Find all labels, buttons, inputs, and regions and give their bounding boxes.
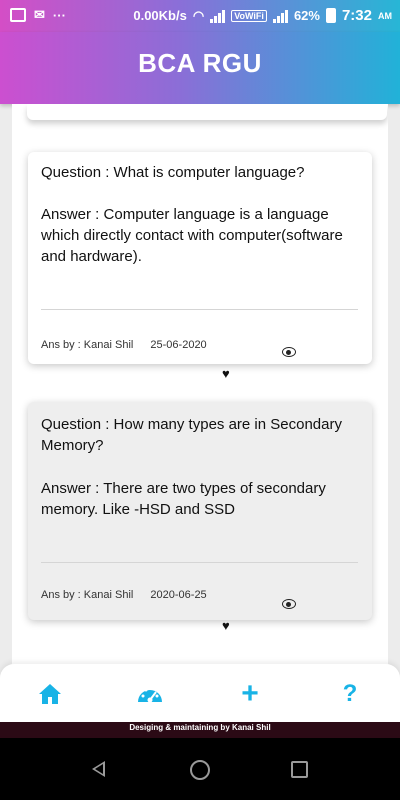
home-circle-icon[interactable] — [190, 760, 210, 780]
post-answer: Answer : Computer language is a language… — [41, 206, 343, 265]
mail-icon: ✉ — [34, 7, 45, 22]
heart-icon[interactable]: ♥ — [222, 618, 230, 633]
post-divider — [41, 309, 358, 310]
post-date: 2020-06-25 — [150, 589, 207, 601]
eye-icon[interactable] — [282, 347, 296, 357]
back-icon[interactable] — [92, 761, 105, 777]
eye-icon[interactable] — [282, 599, 296, 609]
post-meta: Ans by : Kanai Shil 2020-06-25 — [41, 589, 221, 601]
system-nav-bar — [0, 738, 400, 800]
previous-post-card[interactable] — [27, 104, 387, 120]
volte-badge: VoWiFi — [231, 9, 267, 22]
nav-help-button[interactable]: ? — [336, 680, 364, 708]
status-bar: ✉ ··· 0.00Kb/s ◠ VoWiFi 62% 7:32 AM — [0, 0, 400, 32]
post-author: Ans by : Kanai Shil — [41, 589, 134, 601]
help-icon: ? — [342, 680, 358, 707]
network-speed: 0.00Kb/s — [133, 8, 187, 23]
post-question: Question : How many types are in Seconda… — [41, 416, 342, 454]
dashboard-icon — [138, 686, 162, 703]
bottom-nav: + ? — [0, 664, 400, 722]
post-author: Ans by : Kanai Shil — [41, 339, 134, 351]
app-title: BCA RGU — [138, 48, 262, 78]
clock: 7:32 — [341, 7, 372, 24]
wifi-icon: ◠ — [192, 7, 205, 23]
notification-icon — [10, 8, 26, 22]
more-dots-icon: ··· — [52, 7, 66, 23]
post-divider — [41, 562, 358, 563]
nav-add-button[interactable]: + — [236, 677, 264, 710]
clock-ampm: AM — [378, 10, 392, 21]
heart-icon[interactable]: ♥ — [222, 366, 230, 381]
battery-percent: 62% — [293, 8, 320, 23]
post-card[interactable]: Question : How many types are in Seconda… — [28, 402, 372, 620]
nav-home-button[interactable] — [36, 680, 64, 708]
app-header: BCA RGU — [0, 32, 400, 104]
signal-icon — [210, 9, 226, 23]
home-icon — [39, 684, 61, 704]
signal-2-icon — [272, 9, 288, 23]
nav-dashboard-button[interactable] — [136, 680, 164, 708]
recent-apps-icon[interactable] — [291, 761, 308, 778]
post-card[interactable]: Question : What is computer language? An… — [28, 152, 372, 364]
battery-icon — [325, 8, 336, 23]
footer-credit: Desiging & maintaining by Kanai Shil — [0, 722, 400, 738]
post-date: 25-06-2020 — [150, 339, 207, 351]
post-question: Question : What is computer language? — [41, 164, 305, 181]
post-answer: Answer : There are two types of secondar… — [41, 480, 326, 518]
post-feed[interactable]: Question : What is computer language? An… — [12, 104, 388, 724]
post-meta: Ans by : Kanai Shil 25-06-2020 — [41, 339, 221, 351]
add-icon: + — [241, 677, 259, 710]
